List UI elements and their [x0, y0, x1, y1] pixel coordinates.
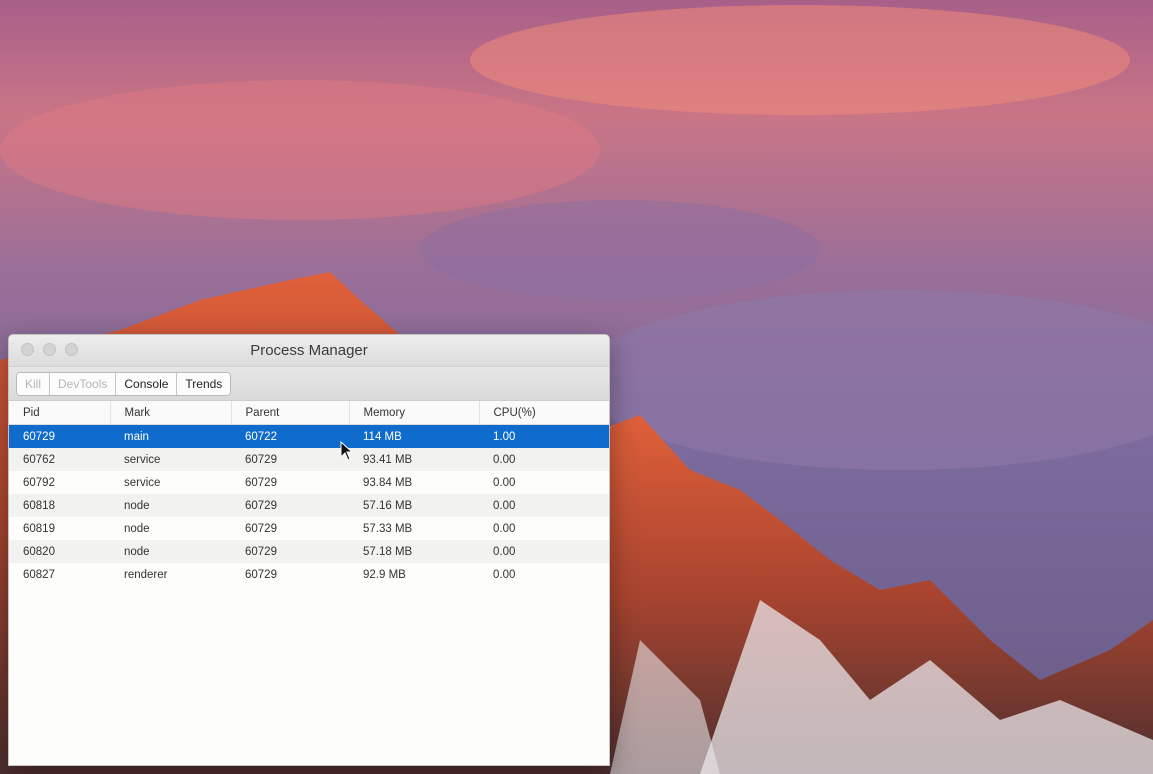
cell-cpu: 0.00	[479, 494, 609, 517]
cell-pid: 60818	[9, 494, 110, 517]
cell-cpu: 0.00	[479, 540, 609, 563]
cell-memory: 57.16 MB	[349, 494, 479, 517]
trends-button[interactable]: Trends	[177, 373, 231, 395]
cell-pid: 60792	[23, 476, 55, 489]
cell-parent: 60729	[245, 522, 277, 535]
cell-cpu: 0.00	[493, 522, 516, 535]
cell-parent: 60729	[231, 448, 349, 471]
cell-pid: 60729	[9, 424, 110, 448]
window-titlebar[interactable]: Process Manager	[9, 335, 609, 367]
table-row[interactable]: 60827 renderer 60729 92.9 MB 0.00	[9, 563, 609, 586]
table-row[interactable]: 60819 node 60729 57.33 MB 0.00	[9, 517, 609, 540]
cell-cpu: 0.00	[493, 476, 516, 489]
process-table: Pid Mark Parent Memory CPU(%) 60729 main…	[9, 401, 609, 586]
cell-memory: 93.41 MB	[349, 448, 479, 471]
cell-memory: 93.84 MB	[363, 476, 413, 489]
cell-mark: main	[110, 424, 231, 448]
column-header-pid[interactable]: Pid	[9, 401, 111, 425]
cell-parent: 60729	[245, 568, 277, 581]
table-row-selected[interactable]: 60729 main 60722 114 MB 1.00	[9, 424, 609, 448]
devtools-button[interactable]: DevTools	[50, 373, 117, 395]
cell-mark: node	[124, 522, 150, 535]
mouse-cursor-icon	[340, 440, 354, 466]
toolbar: Kill DevTools Console Trends	[9, 367, 609, 401]
window-title: Process Manager	[250, 342, 368, 359]
column-header-mark[interactable]: Mark	[110, 401, 232, 425]
table-row[interactable]: 60762 service 60729 93.41 MB 0.00	[9, 448, 609, 471]
table-row[interactable]: 60820 node 60729 57.18 MB 0.00	[9, 540, 609, 563]
table-row[interactable]: 60818 node 60729 57.16 MB 0.00	[9, 494, 609, 517]
cell-mark: node	[110, 494, 231, 517]
table-header-row: Pid Mark Parent Memory CPU(%)	[9, 401, 609, 425]
cell-memory: 92.9 MB	[363, 568, 406, 581]
kill-button[interactable]: Kill	[17, 373, 51, 395]
process-manager-window: Process Manager Kill DevTools Console Tr…	[8, 334, 610, 766]
cell-mark: renderer	[124, 568, 168, 581]
cell-mark: service	[124, 476, 161, 489]
column-header-memory[interactable]: Memory	[349, 401, 480, 425]
cell-parent: 60729	[245, 476, 277, 489]
console-button[interactable]: Console	[116, 373, 178, 395]
column-header-parent[interactable]: Parent	[231, 401, 350, 425]
column-header-cpu[interactable]: CPU(%)	[479, 401, 609, 425]
cell-pid: 60762	[9, 448, 110, 471]
cell-mark: node	[110, 540, 231, 563]
cell-cpu: 1.00	[479, 424, 609, 448]
toolbar-button-group: Kill DevTools Console Trends	[16, 372, 232, 396]
cell-parent: 60722	[231, 424, 349, 448]
cell-pid: 60819	[23, 522, 55, 535]
cell-parent: 60729	[231, 494, 349, 517]
cell-cpu: 0.00	[479, 448, 609, 471]
cell-memory: 114 MB	[349, 424, 479, 448]
table-row[interactable]: 60792 service 60729 93.84 MB 0.00	[9, 471, 609, 494]
cell-memory: 57.18 MB	[349, 540, 479, 563]
cell-memory: 57.33 MB	[363, 522, 413, 535]
cell-pid: 60827	[23, 568, 55, 581]
cell-pid: 60820	[9, 540, 110, 563]
cell-cpu: 0.00	[493, 568, 516, 581]
cell-parent: 60729	[231, 540, 349, 563]
cell-mark: service	[110, 448, 231, 471]
